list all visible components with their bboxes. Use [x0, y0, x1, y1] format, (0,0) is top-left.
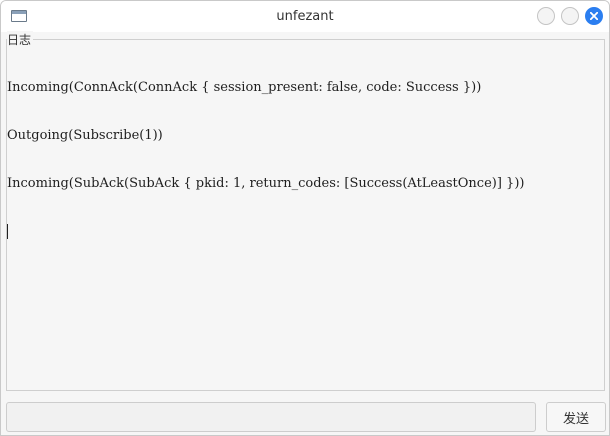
close-icon [590, 12, 598, 20]
window-title: unfezant [276, 9, 334, 24]
log-group-label: 日志 [7, 31, 34, 48]
maximize-button[interactable] [561, 7, 579, 25]
minimize-button[interactable] [537, 7, 555, 25]
title-bar[interactable]: unfezant [1, 1, 609, 32]
log-line: Incoming(ConnAck(ConnAck { session_prese… [7, 80, 482, 95]
message-input[interactable] [6, 402, 536, 432]
log-line: Incoming(SubAck(SubAck { pkid: 1, return… [7, 176, 525, 191]
log-text-area[interactable]: Incoming(ConnAck(ConnAck { session_prese… [6, 48, 604, 390]
log-caret-line [7, 224, 603, 240]
app-window: unfezant 日志 Incoming(ConnAck(ConnAck { s… [0, 0, 610, 436]
text-caret [7, 224, 8, 239]
close-button[interactable] [585, 7, 603, 25]
send-button[interactable]: 发送 [546, 402, 606, 432]
log-line: Outgoing(Subscribe(1)) [7, 128, 163, 143]
